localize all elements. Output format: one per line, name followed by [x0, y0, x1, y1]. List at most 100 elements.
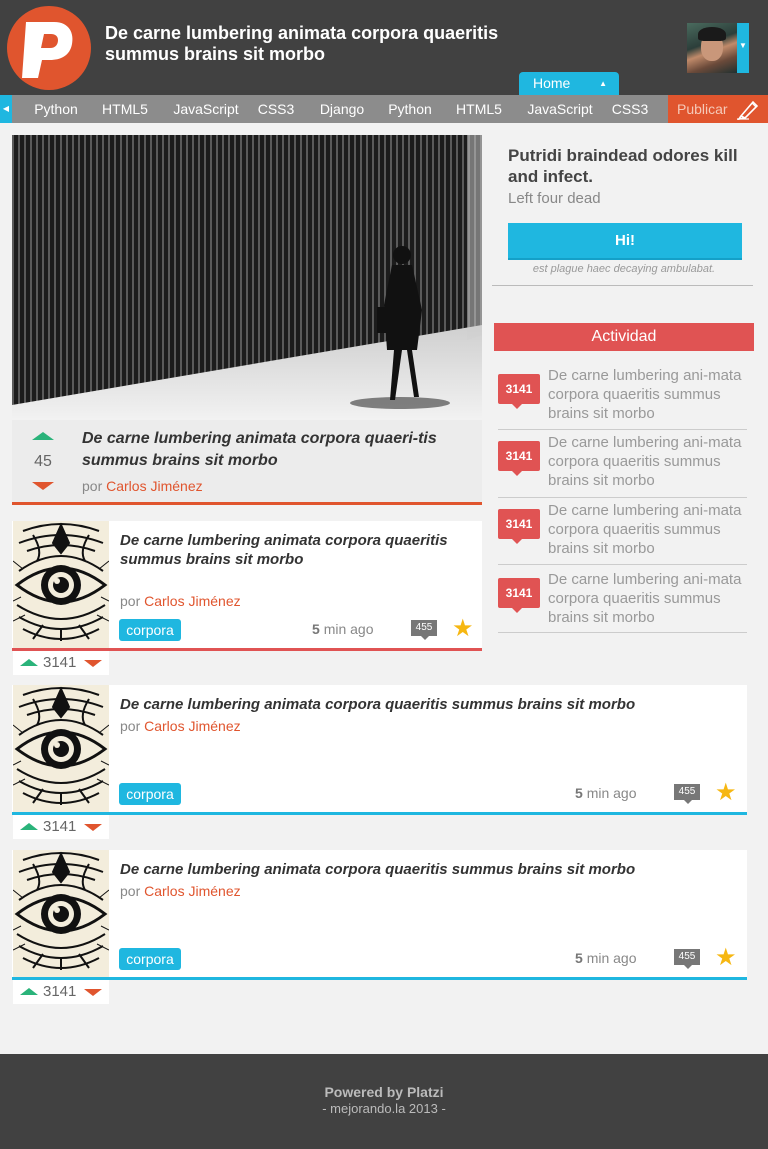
- byline-prefix: por: [82, 478, 103, 494]
- avatar-hair: [698, 27, 726, 41]
- nav-item-html5[interactable]: HTML5: [450, 95, 508, 123]
- page-title: De carne lumbering animata corpora quaer…: [105, 23, 499, 64]
- time-unit: min ago: [323, 621, 374, 637]
- activity-count-badge: 3141: [498, 441, 540, 476]
- post-accent-bar: [12, 812, 747, 815]
- star-icon[interactable]: ★: [452, 617, 474, 641]
- publish-label: Publicar: [677, 101, 728, 117]
- nav-item-javascript[interactable]: JavaScript: [168, 95, 244, 123]
- activity-text[interactable]: De carne lumbering ani-mata corpora quae…: [548, 433, 744, 490]
- byline-prefix: por: [120, 718, 141, 734]
- time-value: 5: [575, 950, 583, 966]
- eye-illustration: [13, 850, 109, 978]
- footer-credit: - mejorando.la 2013 -: [322, 1101, 446, 1116]
- nav-item-python[interactable]: Python: [26, 95, 86, 123]
- featured-post[interactable]: 45 De carne lumbering animata corpora qu…: [12, 135, 482, 505]
- author-link[interactable]: Carlos Jiménez: [144, 883, 240, 899]
- platzi-logo[interactable]: [7, 6, 91, 90]
- star-icon[interactable]: ★: [715, 781, 737, 805]
- downvote-icon[interactable]: [32, 482, 54, 490]
- nav-item-python[interactable]: Python: [380, 95, 440, 123]
- post-card[interactable]: De carne lumbering animata corpora quaer…: [12, 685, 747, 815]
- featured-image[interactable]: [12, 135, 482, 420]
- post-time: 5 min ago: [575, 785, 637, 801]
- featured-title[interactable]: De carne lumbering animata corpora quaer…: [82, 428, 472, 472]
- comment-count-icon[interactable]: 455: [674, 784, 700, 804]
- comment-count-icon[interactable]: 455: [674, 949, 700, 969]
- chevron-up-icon: ▲: [599, 79, 607, 88]
- chevron-down-icon[interactable]: ▼: [737, 23, 749, 73]
- vote-count: 3141: [43, 983, 77, 1000]
- activity-text[interactable]: De carne lumbering ani-mata corpora quae…: [548, 570, 744, 627]
- post-card[interactable]: De carne lumbering animata corpora quaer…: [12, 521, 482, 651]
- publish-button[interactable]: Publicar: [668, 95, 768, 123]
- star-icon[interactable]: ★: [715, 946, 737, 970]
- nav-item-django[interactable]: Django: [314, 95, 370, 123]
- post-title[interactable]: De carne lumbering animata corpora quaer…: [120, 531, 475, 569]
- activity-item[interactable]: 3141 De carne lumbering ani-mata corpora…: [498, 497, 747, 565]
- vote-count: 3141: [43, 818, 77, 835]
- promo-subtitle: Left four dead: [508, 190, 601, 207]
- upvote-icon[interactable]: [32, 432, 54, 440]
- time-unit: min ago: [586, 785, 637, 801]
- divider: [492, 285, 753, 286]
- tab-home-label: Home: [533, 75, 571, 91]
- post-tag[interactable]: corpora: [119, 948, 181, 970]
- hi-button[interactable]: Hi!: [508, 223, 742, 258]
- post-byline: por Carlos Jiménez: [120, 883, 241, 899]
- post-card[interactable]: De carne lumbering animata corpora quaer…: [12, 850, 747, 980]
- activity-text[interactable]: De carne lumbering ani-mata corpora quae…: [548, 366, 744, 423]
- post-tag[interactable]: corpora: [119, 619, 181, 641]
- nav-item-javascript[interactable]: JavaScript: [522, 95, 598, 123]
- byline-prefix: por: [120, 883, 141, 899]
- promo-note: est plague haec decaying ambulabat.: [532, 263, 716, 275]
- pen-icon: [737, 100, 759, 120]
- byline-prefix: por: [120, 593, 141, 609]
- promo-title: Putridi braindead odores kill and infect…: [508, 146, 738, 186]
- post-title[interactable]: De carne lumbering animata corpora quaer…: [120, 695, 720, 714]
- post-time: 5 min ago: [312, 621, 374, 637]
- featured-caption: 45 De carne lumbering animata corpora qu…: [12, 420, 482, 502]
- vote-count: 3141: [43, 654, 77, 671]
- nav-item-css3[interactable]: CSS3: [252, 95, 300, 123]
- post-tag[interactable]: corpora: [119, 783, 181, 805]
- vote-count: 45: [34, 453, 52, 470]
- comment-count-icon[interactable]: 455: [411, 620, 437, 640]
- author-link[interactable]: Carlos Jiménez: [144, 718, 240, 734]
- activity-item[interactable]: 3141 De carne lumbering ani-mata corpora…: [498, 362, 747, 430]
- featured-accent-bar: [12, 502, 482, 505]
- post-thumbnail[interactable]: [13, 685, 109, 813]
- post-time: 5 min ago: [575, 950, 637, 966]
- activity-count-badge: 3141: [498, 578, 540, 613]
- tab-home[interactable]: Home ▲: [519, 72, 619, 95]
- downvote-icon[interactable]: [84, 824, 102, 831]
- post-title[interactable]: De carne lumbering animata corpora quaer…: [120, 860, 720, 879]
- downvote-icon[interactable]: [84, 989, 102, 996]
- upvote-icon[interactable]: [20, 823, 38, 830]
- category-nav: ◀ Python HTML5 JavaScript CSS3 Django Py…: [0, 95, 768, 123]
- upvote-icon[interactable]: [20, 988, 38, 995]
- footer: Powered by Platzi - mejorando.la 2013 -: [0, 1054, 768, 1149]
- featured-byline: por Carlos Jiménez: [82, 478, 203, 494]
- nav-item-css3[interactable]: CSS3: [606, 95, 654, 123]
- activity-text[interactable]: De carne lumbering ani-mata corpora quae…: [548, 501, 744, 558]
- downvote-icon[interactable]: [84, 660, 102, 667]
- post-accent-bar: [12, 977, 747, 980]
- post-byline: por Carlos Jiménez: [120, 593, 241, 609]
- time-value: 5: [575, 785, 583, 801]
- author-link[interactable]: Carlos Jiménez: [106, 478, 202, 494]
- activity-item[interactable]: 3141 De carne lumbering ani-mata corpora…: [498, 430, 747, 498]
- author-link[interactable]: Carlos Jiménez: [144, 593, 240, 609]
- time-unit: min ago: [586, 950, 637, 966]
- post-thumbnail[interactable]: [13, 521, 109, 649]
- upvote-icon[interactable]: [20, 659, 38, 666]
- post-votes: 3141: [13, 980, 109, 1004]
- activity-count-badge: 3141: [498, 509, 540, 544]
- post-votes: 3141: [13, 651, 109, 675]
- nav-scroll-left-icon[interactable]: ◀: [0, 95, 12, 123]
- avatar[interactable]: [687, 23, 737, 73]
- nav-item-html5[interactable]: HTML5: [96, 95, 154, 123]
- activity-count-badge: 3141: [498, 374, 540, 409]
- activity-item[interactable]: 3141 De carne lumbering ani-mata corpora…: [498, 565, 747, 633]
- post-thumbnail[interactable]: [13, 850, 109, 978]
